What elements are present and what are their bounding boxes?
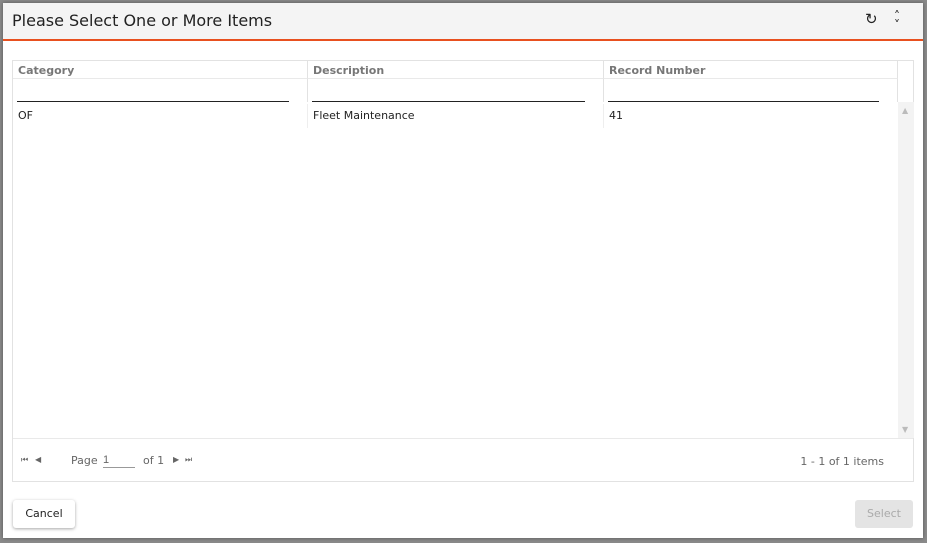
dialog-header: Please Select One or More Items ↻ ˄ ˅ (3, 3, 923, 41)
page-count-label: of 1 (143, 454, 165, 467)
items-grid: Category Description Record Number OF Fl… (12, 60, 914, 482)
filter-cell-description (308, 79, 604, 102)
first-page-icon[interactable]: ⏮ (21, 455, 28, 465)
filter-input-record-number[interactable] (608, 81, 879, 102)
cell-record-number: 41 (609, 109, 623, 122)
vertical-scrollbar[interactable]: ▲ ▼ (898, 102, 914, 438)
filter-input-description[interactable] (312, 81, 585, 102)
items-summary: 1 - 1 of 1 items (800, 455, 884, 468)
previous-page-icon[interactable]: ◀ (35, 455, 41, 464)
page-number-input[interactable] (103, 452, 135, 468)
cancel-button[interactable]: Cancel (13, 500, 75, 528)
column-header-category[interactable]: Category (13, 61, 308, 79)
cell-category: OF (13, 104, 308, 128)
select-button[interactable]: Select (855, 500, 913, 528)
filter-cell-record-number (604, 79, 898, 102)
column-header-description[interactable]: Description (308, 61, 604, 79)
last-page-icon[interactable]: ⏭ (185, 455, 192, 465)
page-label: Page (71, 454, 98, 467)
select-items-dialog: Please Select One or More Items ↻ ˄ ˅ Cat… (3, 3, 923, 538)
cell-description: Fleet Maintenance (308, 104, 604, 128)
column-header-record-number[interactable]: Record Number (604, 61, 898, 79)
refresh-icon[interactable]: ↻ (865, 10, 878, 28)
dialog-title: Please Select One or More Items (12, 11, 273, 30)
header-spacer (898, 61, 914, 103)
pager: ⏮ ◀ Page of 1 ▶ ⏭ 1 - 1 of 1 items (13, 438, 913, 482)
scroll-down-arrow-icon[interactable]: ▼ (902, 425, 908, 434)
expand-collapse-icon[interactable]: ˄ ˅ (894, 10, 900, 31)
filter-cell-category (13, 79, 308, 102)
next-page-icon[interactable]: ▶ (173, 455, 179, 464)
scroll-up-arrow-icon[interactable]: ▲ (902, 106, 908, 115)
filter-input-category[interactable] (17, 81, 289, 102)
